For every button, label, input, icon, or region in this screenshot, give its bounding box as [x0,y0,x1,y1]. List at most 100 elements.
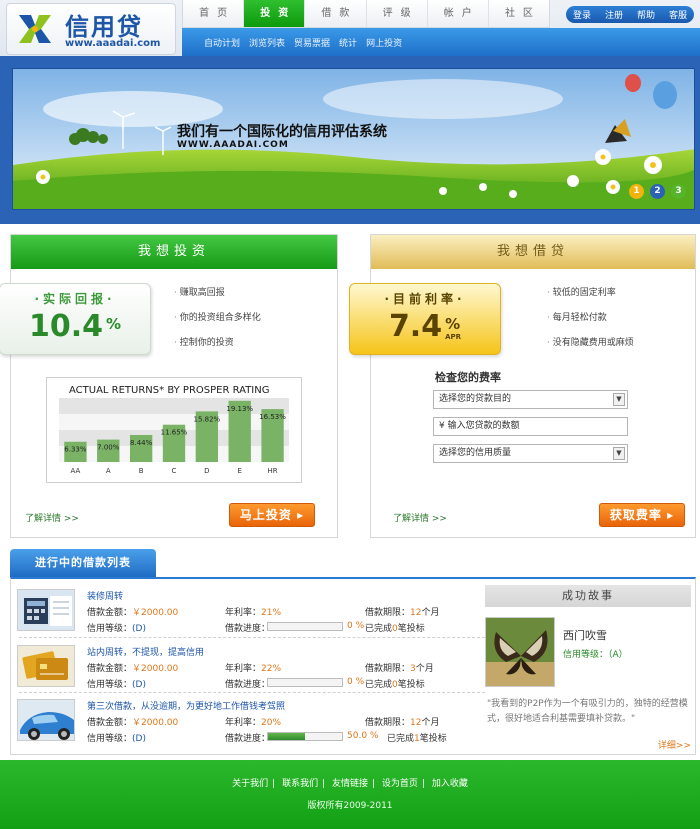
footer-friend-links[interactable]: 友情链接 [332,779,368,789]
loan-thumbnail[interactable] [17,589,75,631]
level-label: 信用等级： [87,680,133,690]
subnav-online-invest[interactable]: 网上投资 [366,36,402,49]
dropdown-arrow-icon: ▼ [613,447,625,460]
logo-title: 信用贷 [65,13,143,41]
loan-amount-input[interactable]: ¥ 输入您贷款的数额 [433,417,628,436]
borrow-benefit: 每月轻松付款 [547,310,634,335]
term-value: 12 [410,718,422,728]
story-quote: "我看到的P2P作为一个有吸引力的，独特的经营模式，很好地适合利基需要填补贷款。… [487,699,688,724]
loan-progress-value: 50.0 % [347,731,378,741]
loan-term: 借款期限：12个月 [365,715,439,728]
footer-bookmark[interactable]: 加入收藏 [432,779,468,789]
subnav-trade-notes[interactable]: 贸易票据 [294,36,330,49]
invest-heading: 我想投资 [11,235,337,269]
bids-prefix: 已完成 [365,624,393,634]
actual-return-tag: ·实际回报· 10.4% [0,283,151,355]
footer-set-home[interactable]: 设为首页 [382,779,418,789]
bids-prefix: 已完成 [365,680,393,690]
chart-value-label: 19.13% [226,405,253,413]
loan-title[interactable]: 站内周转，不提现，提高信用 [87,645,204,658]
chart-category-label: HR [268,467,278,475]
term-value: 12 [410,608,422,618]
loan-thumbnail[interactable] [17,699,75,741]
term-label: 借款期限： [365,718,411,728]
level-label: 信用等级： [87,624,133,634]
rate-unit-apr: APR [445,333,462,341]
credit-quality-value: 选择您的信用质量 [439,448,512,458]
invest-panel: 我想投资 ·实际回报· 10.4% 赚取高回报 你的投资组合多样化 控制你的投资… [0,234,338,538]
credit-card-icon [18,646,74,686]
progress-text: 0 % [347,621,365,631]
level-value: (D) [132,734,146,744]
logo[interactable]: 信用贷 www.aaadai.com [6,3,176,55]
amount-label: 借款金额： [87,718,133,728]
loan-purpose-value: 选择您的贷款目的 [439,394,512,404]
nav-community[interactable]: 社区 [489,0,549,27]
footer: 关于我们 | 联系我们 | 友情链接 | 设为首页 | 加入收藏 版权所有2009-20… [0,760,700,829]
copyright: 版权所有2009-2011 [307,801,393,811]
help-link[interactable]: 帮助 [637,8,655,21]
story-more-link[interactable]: 详细>> [658,738,691,751]
footer-links: 关于我们 | 联系我们 | 友情链接 | 设为首页 | 加入收藏 [232,779,468,789]
subnav-statistics[interactable]: 统计 [339,36,357,49]
loan-title[interactable]: 装修周转 [87,589,123,602]
returns-chart: ACTUAL RETURNS* BY PROSPER RATING 6.33% A… [46,377,302,483]
support-link[interactable]: 客服 [669,8,687,21]
nav-account[interactable]: 帐户 [428,0,489,27]
loan-progress-bar [267,622,343,631]
banner-dot-2[interactable]: 2 [650,184,665,199]
footer-about[interactable]: 关于我们 [232,779,268,789]
term-label: 借款期限： [365,664,411,674]
story-name[interactable]: 西门吹雪 [563,627,607,643]
subnav-browse-list[interactable]: 浏览列表 [249,36,285,49]
loan-title[interactable]: 第三次借款，从没逾期，为更好地工作借钱考驾照 [87,699,285,712]
chart-value-label: 11.65% [161,429,188,437]
nav-borrow[interactable]: 借款 [305,0,367,27]
level-label: 信用等级： [87,734,133,744]
banner-slogan: 我们有一个国际化的信用评估系统 [177,124,387,140]
amount-value: ￥2000.00 [132,608,179,618]
get-rate-button[interactable]: 获取费率 ▸ [599,503,685,527]
nav-invest[interactable]: 投资 [244,0,306,27]
butterfly-icon [486,618,554,686]
banner-pager: 1 2 3 [629,184,686,199]
chart-value-label: 8.44% [130,439,153,447]
logo-url: www.aaadai.com [65,38,161,49]
level-value: (D) [132,624,146,634]
register-link[interactable]: 注册 [605,8,623,21]
chart-category-label: B [139,467,144,475]
actual-return-label: ·实际回报· [34,292,116,306]
banner-dot-3[interactable]: 3 [671,184,686,199]
invest-more-link[interactable]: 了解详情 >> [25,511,79,524]
nav-rating[interactable]: 评级 [367,0,428,27]
banner-dot-1[interactable]: 1 [629,184,644,199]
loan-progress-label: 借款进度： [225,734,271,744]
credit-quality-select[interactable]: 选择您的信用质量 ▼ [433,444,628,463]
rate-value: 21% [261,608,282,618]
login-link[interactable]: 登录 [573,8,591,21]
loan-thumbnail[interactable] [17,645,75,687]
invest-benefits: 赚取高回报 你的投资组合多样化 控制你的投资 [174,285,261,360]
chart-value-label: 16.53% [259,413,286,421]
subnav-auto-plan[interactable]: 自动计划 [204,36,240,49]
progress-fill [268,733,305,740]
borrow-benefits: 较低的固定利率 每月轻松付款 没有隐藏费用或麻烦 [547,285,634,360]
nav-home[interactable]: 首页 [183,0,245,27]
invest-now-button[interactable]: 马上投资 ▸ [229,503,315,527]
borrow-more-link[interactable]: 了解详情 >> [393,511,447,524]
actual-return-unit: % [106,315,122,333]
sub-nav: 自动计划 浏览列表 贸易票据 统计 网上投资 [182,28,700,56]
loan-purpose-select[interactable]: 选择您的贷款目的 ▼ [433,390,628,409]
loan-bids: 已完成1笔投标 [387,731,447,744]
returns-chart-svg: 6.33% AA 7.00% A 8.44% B 11.65% C 15.82% D 19.13% E… [59,398,289,475]
borrow-panel: 我想借贷 ·目前利率· 7.4%APR 较低的固定利率 每月轻松付款 没有隐藏费… [349,234,696,538]
banner[interactable]: 我们有一个国际化的信用评估系统 WWW.AAADAI.COM 1 2 3 [12,68,695,210]
header: 信用贷 www.aaadai.com 首页 投资 借款 评级 帐户 社区 登录 … [0,0,700,60]
bids-suffix: 笔投标 [397,624,425,634]
footer-contact[interactable]: 联系我们 [282,779,318,789]
list-item: 第三次借款，从没逾期，为更好地工作借钱考驾照 借款金额：￥2000.00 年利率… [17,693,487,745]
amount-value: ￥2000.00 [132,718,179,728]
loans-tab[interactable]: 进行中的借款列表 [10,549,156,577]
top-links: 登录 注册 帮助 客服 [566,6,694,23]
banner-area: 我们有一个国际化的信用评估系统 WWW.AAADAI.COM 1 2 3 [0,56,700,224]
